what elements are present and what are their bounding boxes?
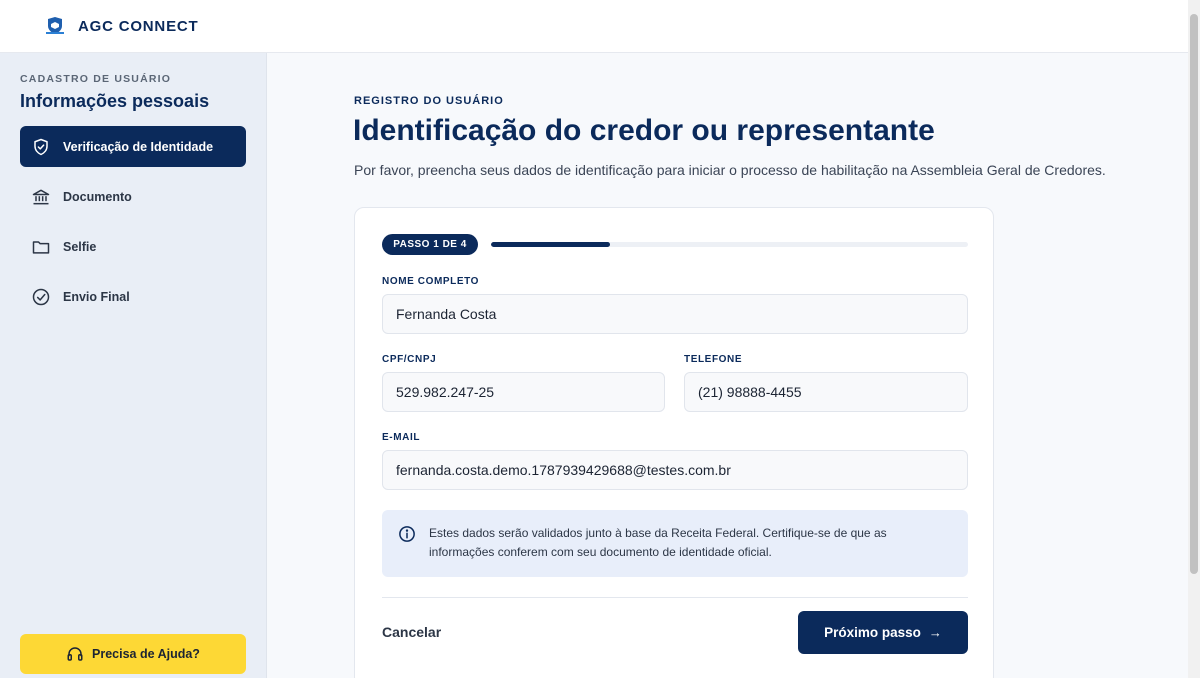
cancel-button[interactable]: Cancelar [382,624,441,640]
page-description: Por favor, preencha seus dados de identi… [354,162,1106,178]
next-step-label: Próximo passo [824,625,921,640]
help-button-label: Precisa de Ajuda? [92,647,200,661]
sidebar-item-envio-final[interactable]: Envio Final [20,276,246,317]
sidebar-item-label: Selfie [63,239,97,254]
sidebar-title: Informações pessoais [20,91,210,111]
shield-check-icon [31,137,51,157]
sidebar-eyebrow: CADASTRO DE USUÁRIO [20,73,172,85]
full-name-input[interactable] [382,294,968,334]
progress-bar-fill [491,242,611,247]
page-scrollbar[interactable] [1188,0,1200,678]
top-header: AGC CONNECT [0,0,1188,53]
help-button[interactable]: Precisa de Ajuda? [20,634,246,674]
sidebar-item-label: Envio Final [63,289,130,304]
cpf-cnpj-input[interactable] [382,372,665,412]
sidebar: CADASTRO DE USUÁRIO Informações pessoais… [0,53,267,678]
cpf-label: CPF/CNPJ [382,354,437,365]
sidebar-item-documento[interactable]: Documento [20,176,246,217]
folder-icon [31,237,51,257]
name-label: NOME COMPLETO [382,276,480,287]
next-step-button[interactable]: Próximo passo → [798,611,968,654]
sidebar-item-verificacao[interactable]: Verificação de Identidade [20,126,246,167]
sidebar-item-label: Documento [63,189,132,204]
info-notice-text: Estes dados serão validados junto à base… [429,526,887,559]
check-circle-icon [31,287,51,307]
sidebar-nav: Verificação de Identidade Documento Self… [20,126,246,326]
email-input[interactable] [382,450,968,490]
scrollbar-thumb[interactable] [1190,14,1198,574]
page-title: Identificação do credor ou representante [353,114,935,147]
email-label: E-MAIL [382,432,421,443]
step-badge: PASSO 1 DE 4 [382,234,478,255]
phone-label: TELEFONE [684,354,743,365]
card-divider [382,597,968,598]
brand-name[interactable]: AGC CONNECT [78,18,198,35]
arrow-right-icon: → [928,625,942,640]
info-icon [399,526,415,542]
info-notice: Estes dados serão validados junto à base… [382,510,968,577]
agc-logo-icon[interactable] [44,16,66,36]
bank-icon [31,187,51,207]
progress-bar [491,242,968,247]
phone-input[interactable] [684,372,968,412]
sidebar-item-label: Verificação de Identidade [63,139,214,154]
headset-icon [67,647,83,661]
registration-card: PASSO 1 DE 4 NOME COMPLETO CPF/CNPJ TELE… [354,207,994,678]
sidebar-item-selfie[interactable]: Selfie [20,226,246,267]
main-eyebrow: REGISTRO DO USUÁRIO [354,95,504,107]
